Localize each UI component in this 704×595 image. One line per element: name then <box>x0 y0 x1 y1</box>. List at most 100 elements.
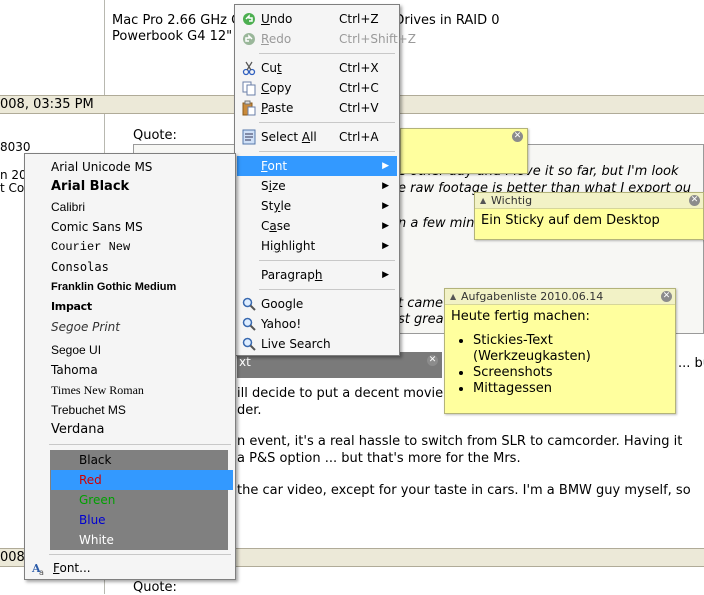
sticky-titlebar[interactable]: ▲ Aufgabenliste 2010.06.14 ✕ <box>445 289 675 305</box>
font-dialog-icon: Aa <box>31 562 44 576</box>
post-date: 008 <box>0 550 25 565</box>
close-icon[interactable]: ✕ <box>689 195 700 206</box>
sticky-content[interactable]: Heute fertig machen: Stickies-Text (Werk… <box>445 305 675 401</box>
font-item-franklin-gothic-medium[interactable]: Franklin Gothic Medium <box>27 277 233 297</box>
quote-label: Quote: <box>133 580 177 595</box>
font-item-times-new-roman[interactable]: Times New Roman <box>27 380 233 400</box>
font-item-trebuchet-ms[interactable]: Trebuchet MS <box>27 400 233 420</box>
post-date: 008, 03:35 PM <box>0 97 94 112</box>
sticky-heading: Heute fertig machen: <box>451 309 590 324</box>
sticky-title: Aufgabenliste 2010.06.14 <box>461 290 604 303</box>
font-item-verdana[interactable]: Verdana <box>27 420 233 440</box>
color-item-red[interactable]: Red <box>51 470 233 490</box>
post-line: ill decide to put a decent movie just <box>237 386 471 401</box>
submenu-arrow-icon: ▶ <box>382 270 389 280</box>
font-item-segoe-print[interactable]: Segoe Print <box>27 317 233 337</box>
font-item-arial-unicode-ms[interactable]: Arial Unicode MS <box>27 157 233 177</box>
menu-item-case[interactable]: Case ▶ <box>237 216 397 236</box>
quote-label: Quote: <box>133 128 177 143</box>
scissors-icon <box>242 61 256 76</box>
paste-icon <box>242 100 256 116</box>
sticky-text[interactable]: Ein Sticky auf dem Desktop <box>475 209 703 233</box>
shortcut-label: Ctrl+Z <box>339 12 379 26</box>
shortcut-label: Ctrl+C <box>339 81 379 95</box>
menu-separator <box>259 122 395 123</box>
magnifier-icon <box>242 297 256 311</box>
font-item-consolas[interactable]: Consolas <box>27 257 233 277</box>
quote-line: n a few min <box>398 216 475 231</box>
menu-item-font-dialog[interactable]: Aa Font... <box>27 558 233 578</box>
collapse-triangle-icon[interactable]: ▲ <box>450 289 456 304</box>
shortcut-label: Ctrl+A <box>339 130 379 144</box>
task-item: Mittagessen <box>473 381 669 397</box>
sticky-aufgabenliste[interactable]: ▲ Aufgabenliste 2010.06.14 ✕ Heute ferti… <box>444 288 676 414</box>
svg-text:a: a <box>39 568 44 576</box>
menu-item-live-search[interactable]: Live Search <box>237 334 397 354</box>
shortcut-label: Ctrl+Shift+Z <box>339 32 416 46</box>
font-submenu: Arial Unicode MS Arial Black Calibri Com… <box>24 153 236 580</box>
close-icon[interactable]: ✕ <box>512 131 523 142</box>
submenu-arrow-icon: ▶ <box>382 201 389 211</box>
user-info-fragment: 8030 <box>0 140 31 154</box>
menu-item-cut[interactable]: Cut Ctrl+X <box>237 58 397 78</box>
dark-strip-text: xt <box>239 355 251 369</box>
sticky-wichtig[interactable]: ▲ Wichtig ✕ Ein Sticky auf dem Desktop <box>474 192 704 240</box>
menu-item-google[interactable]: Google <box>237 294 397 314</box>
font-item-comic-sans-ms[interactable]: Comic Sans MS <box>27 217 233 237</box>
user-info-fragment: t Co <box>0 181 25 195</box>
task-item: Screenshots <box>473 365 669 381</box>
post-line: a P&S option ... but that's more for the… <box>237 451 521 466</box>
menu-separator <box>49 444 231 445</box>
close-icon[interactable]: ✕ <box>427 355 438 366</box>
font-item-courier-new[interactable]: Courier New <box>27 237 233 257</box>
color-item-white[interactable]: White <box>51 530 233 550</box>
menu-item-highlight[interactable]: Highlight ▶ <box>237 236 397 256</box>
post-line: der. <box>237 403 262 418</box>
select-all-icon <box>242 129 256 145</box>
menu-item-redo[interactable]: Redo Ctrl+Shift+Z <box>237 29 416 49</box>
menu-separator <box>259 53 395 54</box>
magnifier-icon <box>242 317 256 331</box>
font-item-segoe-ui[interactable]: Segoe UI <box>27 340 233 360</box>
menu-item-size[interactable]: Size ▶ <box>237 176 397 196</box>
task-item: Stickies-Text (Werkzeugkasten) <box>473 333 623 365</box>
redo-icon <box>243 33 255 45</box>
menu-item-yahoo[interactable]: Yahoo! <box>237 314 397 334</box>
font-item-arial-black[interactable]: Arial Black <box>27 177 233 197</box>
font-item-tahoma[interactable]: Tahoma <box>27 360 233 380</box>
menu-separator <box>259 151 395 152</box>
post-fragment: ... bu <box>678 356 704 371</box>
menu-item-style[interactable]: Style ▶ <box>237 196 397 216</box>
context-menu: Undo Ctrl+Z Redo Ctrl+Shift+Z Cut Ctrl+X… <box>234 4 416 356</box>
submenu-arrow-icon: ▶ <box>382 181 389 191</box>
font-item-impact[interactable]: Impact <box>27 297 233 317</box>
color-item-blue[interactable]: Blue <box>51 510 233 530</box>
menu-separator <box>259 289 395 290</box>
menu-item-paste[interactable]: Paste Ctrl+V <box>237 98 397 118</box>
post-line: the car video, except for your taste in … <box>237 483 691 498</box>
sticky-title: Wichtig <box>491 194 533 207</box>
magnifier-icon <box>242 337 256 351</box>
font-item-calibri[interactable]: Calibri <box>27 197 233 217</box>
submenu-arrow-icon: ▶ <box>382 221 389 231</box>
menu-separator <box>259 260 395 261</box>
sticky-titlebar[interactable]: ▲ Wichtig ✕ <box>475 193 703 209</box>
post-line: n event, it's a real hassle to switch fr… <box>237 434 683 449</box>
copy-icon <box>242 81 256 96</box>
post-divider <box>104 0 105 95</box>
shortcut-label: Ctrl+V <box>339 101 379 115</box>
menu-item-font[interactable]: Font ▶ <box>237 156 397 176</box>
quote-line: st grea <box>398 312 444 327</box>
menu-separator <box>49 554 231 555</box>
menu-item-copy[interactable]: Copy Ctrl+C <box>237 78 397 98</box>
menu-item-undo[interactable]: Undo Ctrl+Z <box>237 9 397 29</box>
collapse-triangle-icon[interactable]: ▲ <box>480 193 486 208</box>
menu-item-select-all[interactable]: Select All Ctrl+A <box>237 127 397 147</box>
sticky-partial[interactable]: ✕ <box>400 128 528 174</box>
color-item-black[interactable]: Black <box>51 450 233 470</box>
menu-item-paragraph[interactable]: Paragraph ▶ <box>237 265 397 285</box>
shortcut-label: Ctrl+X <box>339 61 379 75</box>
close-icon[interactable]: ✕ <box>661 291 672 302</box>
color-item-green[interactable]: Green <box>51 490 233 510</box>
undo-icon <box>243 13 255 25</box>
